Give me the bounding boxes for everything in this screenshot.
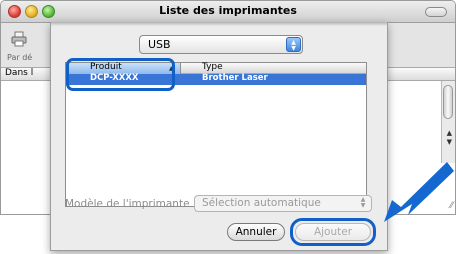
scrollbar-thumb[interactable] (443, 85, 453, 119)
popup-stepper-icon: ▲ ▼ (286, 37, 301, 52)
pointer-arrow-icon (384, 162, 454, 222)
scroll-down-icon[interactable]: ▼ (447, 138, 452, 146)
cell-type: Brother Laser (202, 73, 268, 83)
printer-model-value: Sélection automatique (202, 197, 321, 209)
popup-stepper-icon: ▲ ▼ (360, 196, 366, 209)
add-printer-sheet: USB ▲ ▼ Produit ▲ Type DCP-XXXX Brother … (50, 22, 388, 251)
connection-type-value: USB (148, 38, 171, 51)
printer-model-label: Modèle de l'imprimante : (65, 198, 197, 210)
cancel-button[interactable]: Annuler (227, 223, 285, 241)
column-header-type[interactable]: Type (202, 62, 223, 72)
add-button[interactable]: Ajouter (295, 223, 371, 241)
product-highlight-frame (66, 58, 175, 91)
default-printer-label: Par dé (7, 53, 33, 62)
toolbar-toggle-icon[interactable] (425, 7, 447, 17)
window-title: Liste des imprimantes (159, 4, 297, 17)
sheet-shadow (51, 22, 387, 26)
list-column-header[interactable]: Dans l (5, 68, 33, 78)
connection-type-popup[interactable]: USB ▲ ▼ (139, 35, 303, 54)
scroll-up-icon[interactable]: ▲ (447, 129, 452, 137)
window-titlebar[interactable]: Liste des imprimantes (1, 1, 455, 23)
printer-icon[interactable] (11, 31, 27, 47)
printer-model-popup: Sélection automatique ▲ ▼ (194, 195, 372, 212)
